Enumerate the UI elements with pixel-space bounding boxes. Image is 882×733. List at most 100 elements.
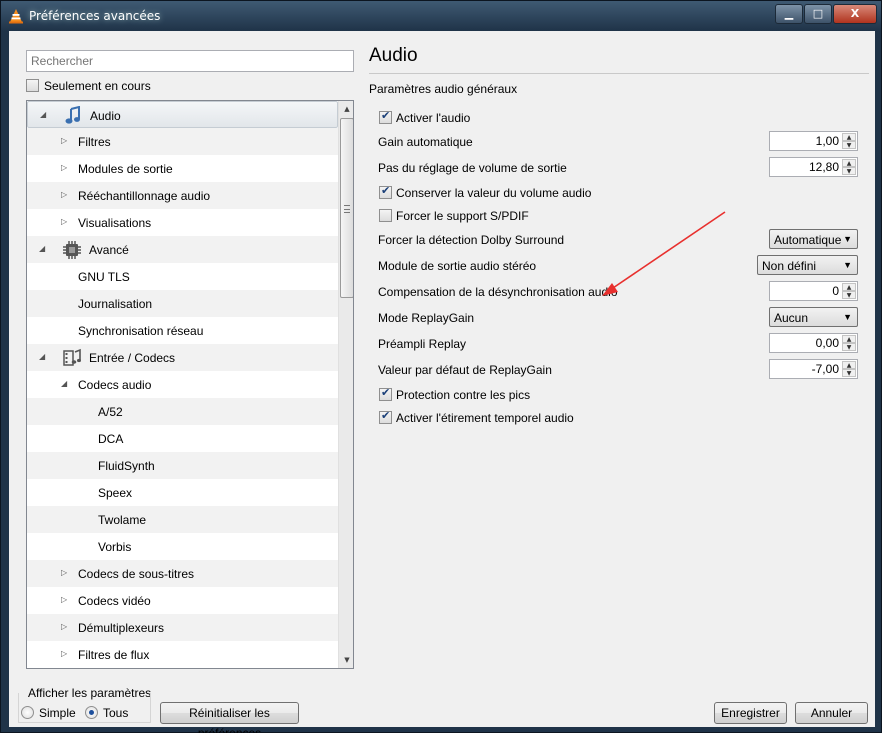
- tree-item-dca[interactable]: DCA: [27, 425, 338, 452]
- preampli-replay-label: Préampli Replay: [378, 337, 467, 351]
- tree-item-journalisation[interactable]: Journalisation: [27, 290, 338, 317]
- cancel-button[interactable]: Annuler: [795, 702, 868, 724]
- spin-up-icon[interactable]: ▲: [842, 361, 856, 369]
- tree-item-label: Audio: [90, 109, 121, 123]
- conserver-la-valeur-du-volume-audio-label: Conserver la valeur du volume audio: [396, 186, 592, 200]
- gain-automatique-spinbox[interactable]: 1,00 ▲ ▼: [769, 131, 858, 151]
- collapsed-arrow-icon[interactable]: ▷: [61, 136, 67, 145]
- collapsed-arrow-icon[interactable]: ▷: [61, 568, 67, 577]
- tree-item-label: A/52: [98, 405, 123, 419]
- tree-item-label: Entrée / Codecs: [89, 351, 176, 365]
- tree-item-filtres-de-flux[interactable]: ▷ Filtres de flux: [27, 641, 338, 668]
- only-current-checkbox[interactable]: [26, 79, 39, 92]
- collapsed-arrow-icon[interactable]: ▷: [61, 622, 67, 631]
- tree-item-codecs-de-sous-titres[interactable]: ▷ Codecs de sous-titres: [27, 560, 338, 587]
- tree-item-a-52[interactable]: A/52: [27, 398, 338, 425]
- tree-item-visualisations[interactable]: ▷ Visualisations: [27, 209, 338, 236]
- scroll-down-icon[interactable]: ▼: [339, 652, 353, 668]
- valeur-par-defaut-de-replaygain-spinbox[interactable]: -7,00 ▲ ▼: [769, 359, 858, 379]
- conserver-la-valeur-du-volume-audio-checkbox[interactable]: [379, 184, 392, 199]
- pas-du-reglage-de-volume-de-sortie-spinbox[interactable]: 12,80 ▲ ▼: [769, 157, 858, 177]
- collapsed-arrow-icon[interactable]: ▷: [61, 595, 67, 604]
- tree-item-audio[interactable]: ◢ Audio: [27, 101, 338, 128]
- tree-item-label: Codecs audio: [78, 378, 152, 392]
- maximize-button[interactable]: □: [804, 4, 832, 24]
- spinbox-value[interactable]: 1,00: [816, 134, 839, 148]
- collapsed-arrow-icon[interactable]: ▷: [61, 649, 67, 658]
- forcer-le-support-s-pdif-checkbox[interactable]: [379, 209, 392, 222]
- spin-up-icon[interactable]: ▲: [842, 133, 856, 141]
- scroll-thumb[interactable]: [340, 118, 353, 298]
- tree-item-codecs-vid-o[interactable]: ▷ Codecs vidéo: [27, 587, 338, 614]
- radio-tous[interactable]: [85, 706, 98, 719]
- panel-title: Audio: [369, 45, 418, 66]
- tree-item-label: Codecs vidéo: [78, 594, 151, 608]
- collapsed-arrow-icon[interactable]: ▷: [61, 217, 67, 226]
- spinbox-value[interactable]: 0,00: [816, 336, 839, 350]
- reset-preferences-button[interactable]: Réinitialiser les préférences: [160, 702, 299, 733]
- protection-contre-les-pics-checkbox[interactable]: [379, 386, 392, 401]
- tree-item-label: Filtres: [78, 135, 111, 149]
- spinbox-value[interactable]: -7,00: [812, 362, 839, 376]
- tree-item-label: Journalisation: [78, 297, 153, 311]
- spin-up-icon[interactable]: ▲: [842, 335, 856, 343]
- module-de-sortie-audio-stereo-dropdown[interactable]: Non défini ▼: [757, 255, 858, 275]
- title-bar[interactable]: Préférences avancées ▁ □ X: [1, 1, 881, 31]
- tree-item-avanc[interactable]: ◢ Avancé: [27, 236, 338, 263]
- tree-item-entr-e-codecs[interactable]: ◢ Entrée / Codecs: [27, 344, 338, 371]
- tree-item-twolame[interactable]: Twolame: [27, 506, 338, 533]
- spinbox-value[interactable]: 12,80: [809, 160, 839, 174]
- tree-item-filtres[interactable]: ▷ Filtres: [27, 128, 338, 155]
- compensation-de-la-desynchronisation-audio-spinbox[interactable]: 0 ▲ ▼: [769, 281, 858, 301]
- collapsed-arrow-icon[interactable]: ▷: [61, 163, 67, 172]
- preampli-replay-spinbox[interactable]: 0,00 ▲ ▼: [769, 333, 858, 353]
- tree-item-label: FluidSynth: [98, 459, 155, 473]
- collapsed-arrow-icon[interactable]: ▷: [61, 190, 67, 199]
- search-input[interactable]: [26, 50, 354, 72]
- tree-item-fluidsynth[interactable]: FluidSynth: [27, 452, 338, 479]
- activer-l-audio-checkbox[interactable]: [379, 109, 392, 124]
- spin-down-icon[interactable]: ▼: [842, 369, 856, 377]
- tree-item-vorbis[interactable]: Vorbis: [27, 533, 338, 560]
- tree-item-r-chantillonnage-audio[interactable]: ▷ Rééchantillonnage audio: [27, 182, 338, 209]
- radio-simple[interactable]: [21, 706, 34, 719]
- activer-l-etirement-temporel-audio-checkbox[interactable]: [379, 409, 392, 424]
- dropdown-value: Automatique: [774, 233, 842, 247]
- minimize-button[interactable]: ▁: [775, 4, 803, 24]
- spin-up-icon[interactable]: ▲: [842, 159, 856, 167]
- expanded-arrow-icon[interactable]: ◢: [61, 379, 67, 388]
- mode-replaygain-dropdown[interactable]: Aucun ▼: [769, 307, 858, 327]
- activer-l-audio-label: Activer l'audio: [396, 111, 471, 125]
- save-button[interactable]: Enregistrer: [714, 702, 787, 724]
- pas-du-reglage-de-volume-de-sortie-label: Pas du réglage de volume de sortie: [378, 161, 567, 175]
- spinbox-value[interactable]: 0: [832, 284, 839, 298]
- forcer-la-detection-dolby-surround-dropdown[interactable]: Automatique ▼: [769, 229, 858, 249]
- spin-down-icon[interactable]: ▼: [842, 343, 856, 351]
- preferences-tree[interactable]: ◢ Audio ▷ Filtres ▷ Modules de sortie ▷ Rééchan…: [26, 100, 354, 669]
- grip-icon: [344, 205, 350, 213]
- tree-item-label: Démultiplexeurs: [78, 621, 165, 635]
- spin-down-icon[interactable]: ▼: [842, 291, 856, 299]
- preferences-window: Préférences avancées ▁ □ X Seulement en …: [0, 0, 882, 733]
- valeur-par-defaut-de-replaygain-label: Valeur par défaut de ReplayGain: [378, 363, 552, 377]
- scroll-up-icon[interactable]: ▲: [339, 101, 353, 117]
- spin-down-icon[interactable]: ▼: [842, 141, 856, 149]
- chevron-down-icon: ▼: [843, 234, 852, 244]
- tree-item-synchronisation-r-seau[interactable]: Synchronisation réseau: [27, 317, 338, 344]
- show-settings-frame: [18, 693, 151, 723]
- spin-down-icon[interactable]: ▼: [842, 167, 856, 175]
- expanded-arrow-icon[interactable]: ◢: [39, 244, 45, 253]
- tree-item-d-multiplexeurs[interactable]: ▷ Démultiplexeurs: [27, 614, 338, 641]
- expanded-arrow-icon[interactable]: ◢: [40, 110, 46, 119]
- spin-up-icon[interactable]: ▲: [842, 283, 856, 291]
- chip-icon: [62, 240, 82, 260]
- tree-item-codecs-audio[interactable]: ◢ Codecs audio: [27, 371, 338, 398]
- tree-item-gnu-tls[interactable]: GNU TLS: [27, 263, 338, 290]
- close-button[interactable]: X: [833, 4, 877, 24]
- tree-item-label: Twolame: [98, 513, 147, 527]
- tree-scrollbar[interactable]: ▲ ▼: [338, 101, 353, 668]
- tree-item-modules-de-sortie[interactable]: ▷ Modules de sortie: [27, 155, 338, 182]
- tree-item-speex[interactable]: Speex: [27, 479, 338, 506]
- chevron-down-icon: ▼: [843, 260, 852, 270]
- expanded-arrow-icon[interactable]: ◢: [39, 352, 45, 361]
